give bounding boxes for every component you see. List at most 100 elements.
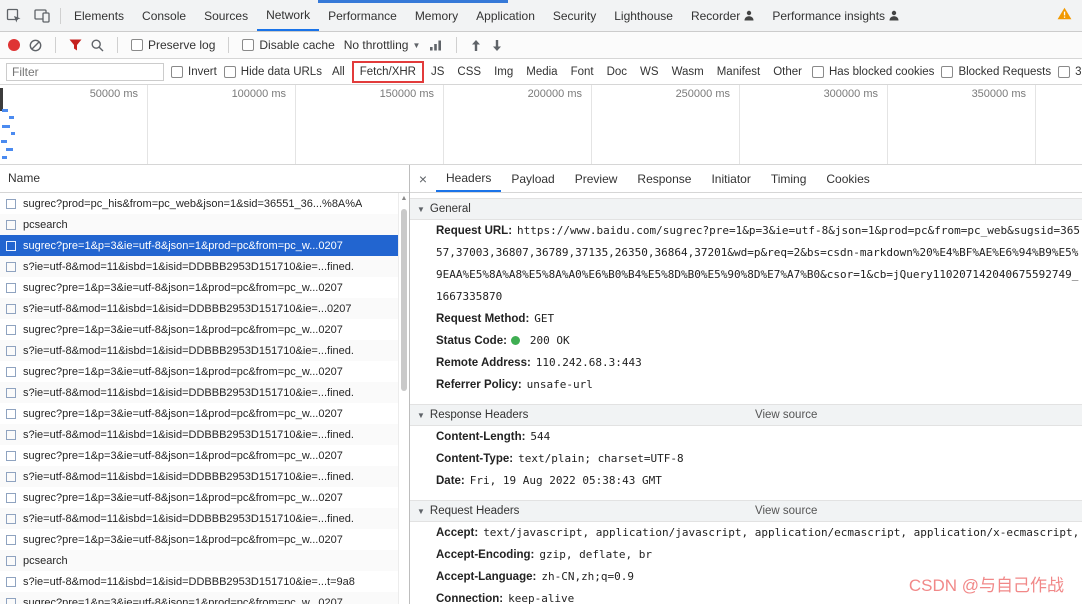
invert-label: Invert [188,65,217,78]
filter-type-manifest[interactable]: Manifest [714,65,763,79]
tab-sources[interactable]: Sources [195,0,257,31]
request-row[interactable]: sugrec?prod=pc_his&from=pc_web&json=1&si… [0,193,398,214]
detail-tab-timing[interactable]: Timing [761,165,817,192]
timeline-division: 150000 ms [296,85,444,164]
request-row[interactable]: s?ie=utf-8&mod=11&isbd=1&isid=DDBBB2953D… [0,571,398,592]
request-row[interactable]: s?ie=utf-8&mod=11&isbd=1&isid=DDBBB2953D… [0,256,398,277]
timeline-overview[interactable]: 50000 ms 100000 ms 150000 ms 200000 ms 25000… [0,85,1082,165]
tab-performance-insights[interactable]: Performance insights [763,0,908,31]
network-conditions-icon[interactable] [429,39,443,51]
request-row[interactable]: sugrec?pre=1&p=3&ie=utf-8&json=1&prod=pc… [0,319,398,340]
view-source-link[interactable]: View source [755,405,817,426]
filter-type-wasm[interactable]: Wasm [669,65,707,79]
tab-console[interactable]: Console [133,0,195,31]
view-source-link[interactable]: View source [755,501,817,522]
request-row[interactable]: s?ie=utf-8&mod=11&isbd=1&isid=DDBBB2953D… [0,466,398,487]
search-icon[interactable] [91,38,104,52]
disable-cache-toggle[interactable]: Disable cache [242,38,335,52]
request-list-scrollbar[interactable]: ▲ [398,193,409,604]
section-header-response-headers[interactable]: ▼ Response Headers View source [410,404,1082,426]
request-row[interactable]: pcsearch [0,214,398,235]
request-row[interactable]: s?ie=utf-8&mod=11&isbd=1&isid=DDBBB2953D… [0,382,398,403]
request-type-icon [6,471,16,482]
detail-tab-cookies[interactable]: Cookies [816,165,879,192]
issues-warning[interactable] [1057,0,1082,31]
request-row[interactable]: sugrec?pre=1&p=3&ie=utf-8&json=1&prod=pc… [0,592,398,604]
request-row[interactable]: sugrec?pre=1&p=3&ie=utf-8&json=1&prod=pc… [0,445,398,466]
invert-checkbox[interactable] [171,65,183,78]
filter-funnel-icon[interactable] [69,39,82,51]
status-green-dot-icon [510,336,520,345]
hide-data-urls-checkbox[interactable] [223,65,236,78]
request-list-panel: Name sugrec?prod=pc_his&from=pc_web&json… [0,165,410,604]
request-row[interactable]: sugrec?pre=1&p=3&ie=utf-8&json=1&prod=pc… [0,361,398,382]
detail-tab-preview[interactable]: Preview [565,165,628,192]
request-row[interactable]: sugrec?pre=1&p=3&ie=utf-8&json=1&prod=pc… [0,529,398,550]
request-row[interactable]: s?ie=utf-8&mod=11&isbd=1&isid=DDBBB2953D… [0,424,398,445]
tab-network[interactable]: Network [257,0,320,31]
header-value: keep-alive [508,592,575,604]
invert-toggle[interactable]: Invert [171,65,217,78]
third-party-toggle[interactable]: 3 [1058,65,1082,78]
detail-tab-payload[interactable]: Payload [501,165,564,192]
scroll-up-icon[interactable]: ▲ [399,193,409,205]
filter-type-ws[interactable]: WS [637,65,662,79]
import-har-icon[interactable] [470,39,482,52]
section-header-request-headers[interactable]: ▼ Request Headers View source [410,500,1082,522]
request-row[interactable]: s?ie=utf-8&mod=11&isbd=1&isid=DDBBB2953D… [0,508,398,529]
clear-network-log-icon[interactable] [29,39,42,52]
header-value: 200 OK [529,334,570,347]
blocked-requests-toggle[interactable]: Blocked Requests [941,65,1052,78]
tab-label: Recorder [690,8,741,23]
detail-tab-headers[interactable]: Headers [436,165,502,192]
request-row[interactable]: pcsearch [0,550,398,571]
blocked-requests-label: Blocked Requests [958,65,1052,78]
device-toolbar-icon[interactable] [28,0,56,31]
request-row[interactable]: sugrec?pre=1&p=3&ie=utf-8&json=1&prod=pc… [0,235,398,256]
third-party-checkbox[interactable] [1058,65,1071,78]
tab-recorder[interactable]: Recorder [682,0,763,31]
tab-performance[interactable]: Performance [319,0,406,31]
filter-type-js[interactable]: JS [428,65,447,79]
request-row[interactable]: s?ie=utf-8&mod=11&isbd=1&isid=DDBBB2953D… [0,298,398,319]
tab-security[interactable]: Security [544,0,605,31]
tab-memory[interactable]: Memory [406,0,467,31]
throttling-dropdown[interactable]: No throttling ▼ [344,38,421,52]
has-blocked-cookies-toggle[interactable]: Has blocked cookies [811,65,934,78]
preserve-log-toggle[interactable]: Preserve log [131,38,215,52]
disable-cache-checkbox[interactable] [242,39,255,51]
preserve-log-checkbox[interactable] [131,39,143,51]
request-row[interactable]: sugrec?pre=1&p=3&ie=utf-8&json=1&prod=pc… [0,487,398,508]
detail-tab-initiator[interactable]: Initiator [701,165,760,192]
export-har-icon[interactable] [491,39,503,52]
filter-type-doc[interactable]: Doc [604,65,630,79]
request-type-icon [6,555,16,566]
filter-type-css[interactable]: CSS [454,65,484,79]
request-row[interactable]: sugrec?pre=1&p=3&ie=utf-8&json=1&prod=pc… [0,277,398,298]
request-row[interactable]: s?ie=utf-8&mod=11&isbd=1&isid=DDBBB2953D… [0,340,398,361]
filter-type-other[interactable]: Other [770,65,805,79]
tab-lighthouse[interactable]: Lighthouse [605,0,682,31]
close-icon[interactable]: × [410,165,436,192]
inspect-element-icon[interactable] [0,0,28,31]
name-column-header[interactable]: Name [0,165,409,193]
divider [117,37,118,53]
section-header-general[interactable]: ▼ General [410,198,1082,220]
request-name: sugrec?pre=1&p=3&ie=utf-8&json=1&prod=pc… [23,533,343,546]
tab-elements[interactable]: Elements [65,0,133,31]
experiment-badge-icon [744,10,754,21]
request-row[interactable]: sugrec?pre=1&p=3&ie=utf-8&json=1&prod=pc… [0,403,398,424]
detail-tab-response[interactable]: Response [627,165,701,192]
filter-type-img[interactable]: Img [491,65,516,79]
hide-data-urls-toggle[interactable]: Hide data URLs [223,65,322,78]
tab-application[interactable]: Application [467,0,544,31]
blocked-requests-checkbox[interactable] [941,65,954,78]
filter-type-media[interactable]: Media [523,65,560,79]
filter-input[interactable] [6,62,164,81]
filter-type-fetch-xhr[interactable]: Fetch/XHR [351,60,424,83]
filter-type-font[interactable]: Font [568,65,597,79]
filter-type-all[interactable]: All [329,65,348,79]
has-blocked-cookies-checkbox[interactable] [811,65,824,78]
scrollbar-thumb[interactable] [401,209,407,391]
record-network-log-icon[interactable] [8,39,20,51]
